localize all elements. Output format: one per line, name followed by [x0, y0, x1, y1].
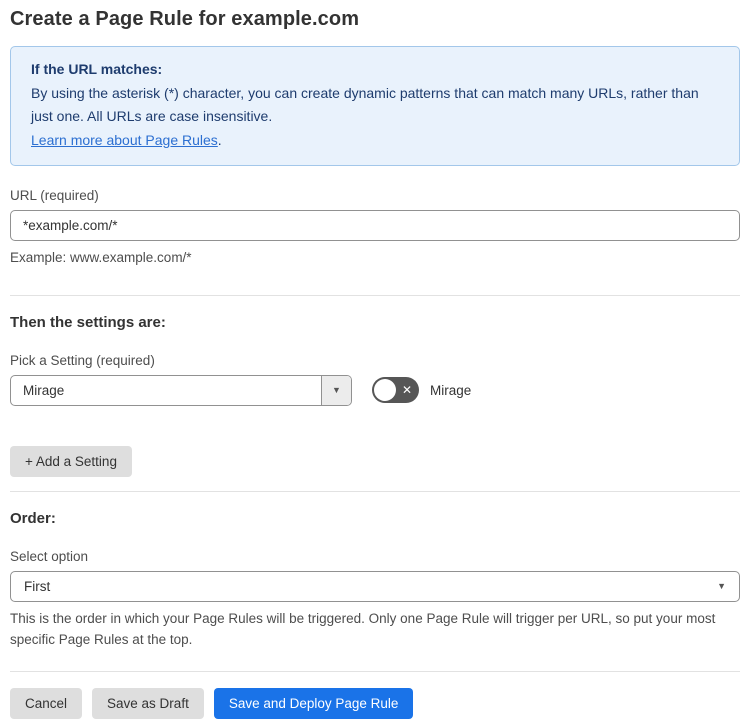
settings-section-heading: Then the settings are:	[10, 313, 166, 331]
url-match-info-box: If the URL matches: By using the asteris…	[10, 46, 740, 167]
divider	[10, 670, 740, 672]
setting-row: Mirage ▼ ✕ Mirage	[10, 374, 740, 406]
info-box-heading: If the URL matches:	[31, 61, 163, 77]
page-title: Create a Page Rule for example.com	[10, 8, 360, 30]
setting-select[interactable]: Mirage ▼	[10, 374, 352, 406]
footer-actions: Cancel Save as Draft Save and Deploy Pag…	[10, 687, 740, 719]
order-select-label: Select option	[10, 548, 89, 564]
toggle-label: Mirage	[430, 382, 472, 398]
url-field-helper: Example: www.example.com/*	[10, 250, 192, 266]
order-helper-text: This is the order in which your Page Rul…	[10, 610, 716, 648]
learn-more-link[interactable]: Learn more about Page Rules	[31, 132, 218, 148]
info-box-body: By using the asterisk (*) character, you…	[31, 84, 699, 125]
order-section-heading: Order:	[10, 509, 56, 527]
mirage-toggle[interactable]: ✕	[372, 377, 419, 404]
divider	[10, 294, 740, 296]
dropdown-arrow-icon: ▼	[717, 581, 726, 592]
save-and-deploy-button[interactable]: Save and Deploy Page Rule	[213, 687, 414, 719]
url-input[interactable]	[10, 210, 740, 242]
add-setting-button[interactable]: + Add a Setting	[10, 445, 132, 477]
order-select[interactable]: First ▼	[10, 570, 740, 602]
save-as-draft-button[interactable]: Save as Draft	[92, 687, 204, 719]
create-page-rule-form: Create a Page Rule for example.com If th…	[0, 0, 750, 719]
dropdown-arrow-icon: ▼	[332, 385, 341, 396]
cancel-button[interactable]: Cancel	[10, 687, 83, 719]
toggle-x-icon: ✕	[401, 383, 412, 398]
setting-select-arrow-button[interactable]: ▼	[321, 375, 351, 405]
link-suffix: .	[217, 131, 222, 148]
order-select-value: First	[24, 578, 51, 594]
divider	[10, 490, 740, 492]
toggle-knob	[374, 379, 396, 402]
info-box-link-line: Learn more about Page Rules.	[31, 129, 719, 153]
pick-setting-label: Pick a Setting (required)	[10, 352, 155, 368]
url-field-label: URL (required)	[10, 188, 99, 204]
setting-select-value: Mirage	[23, 382, 65, 398]
